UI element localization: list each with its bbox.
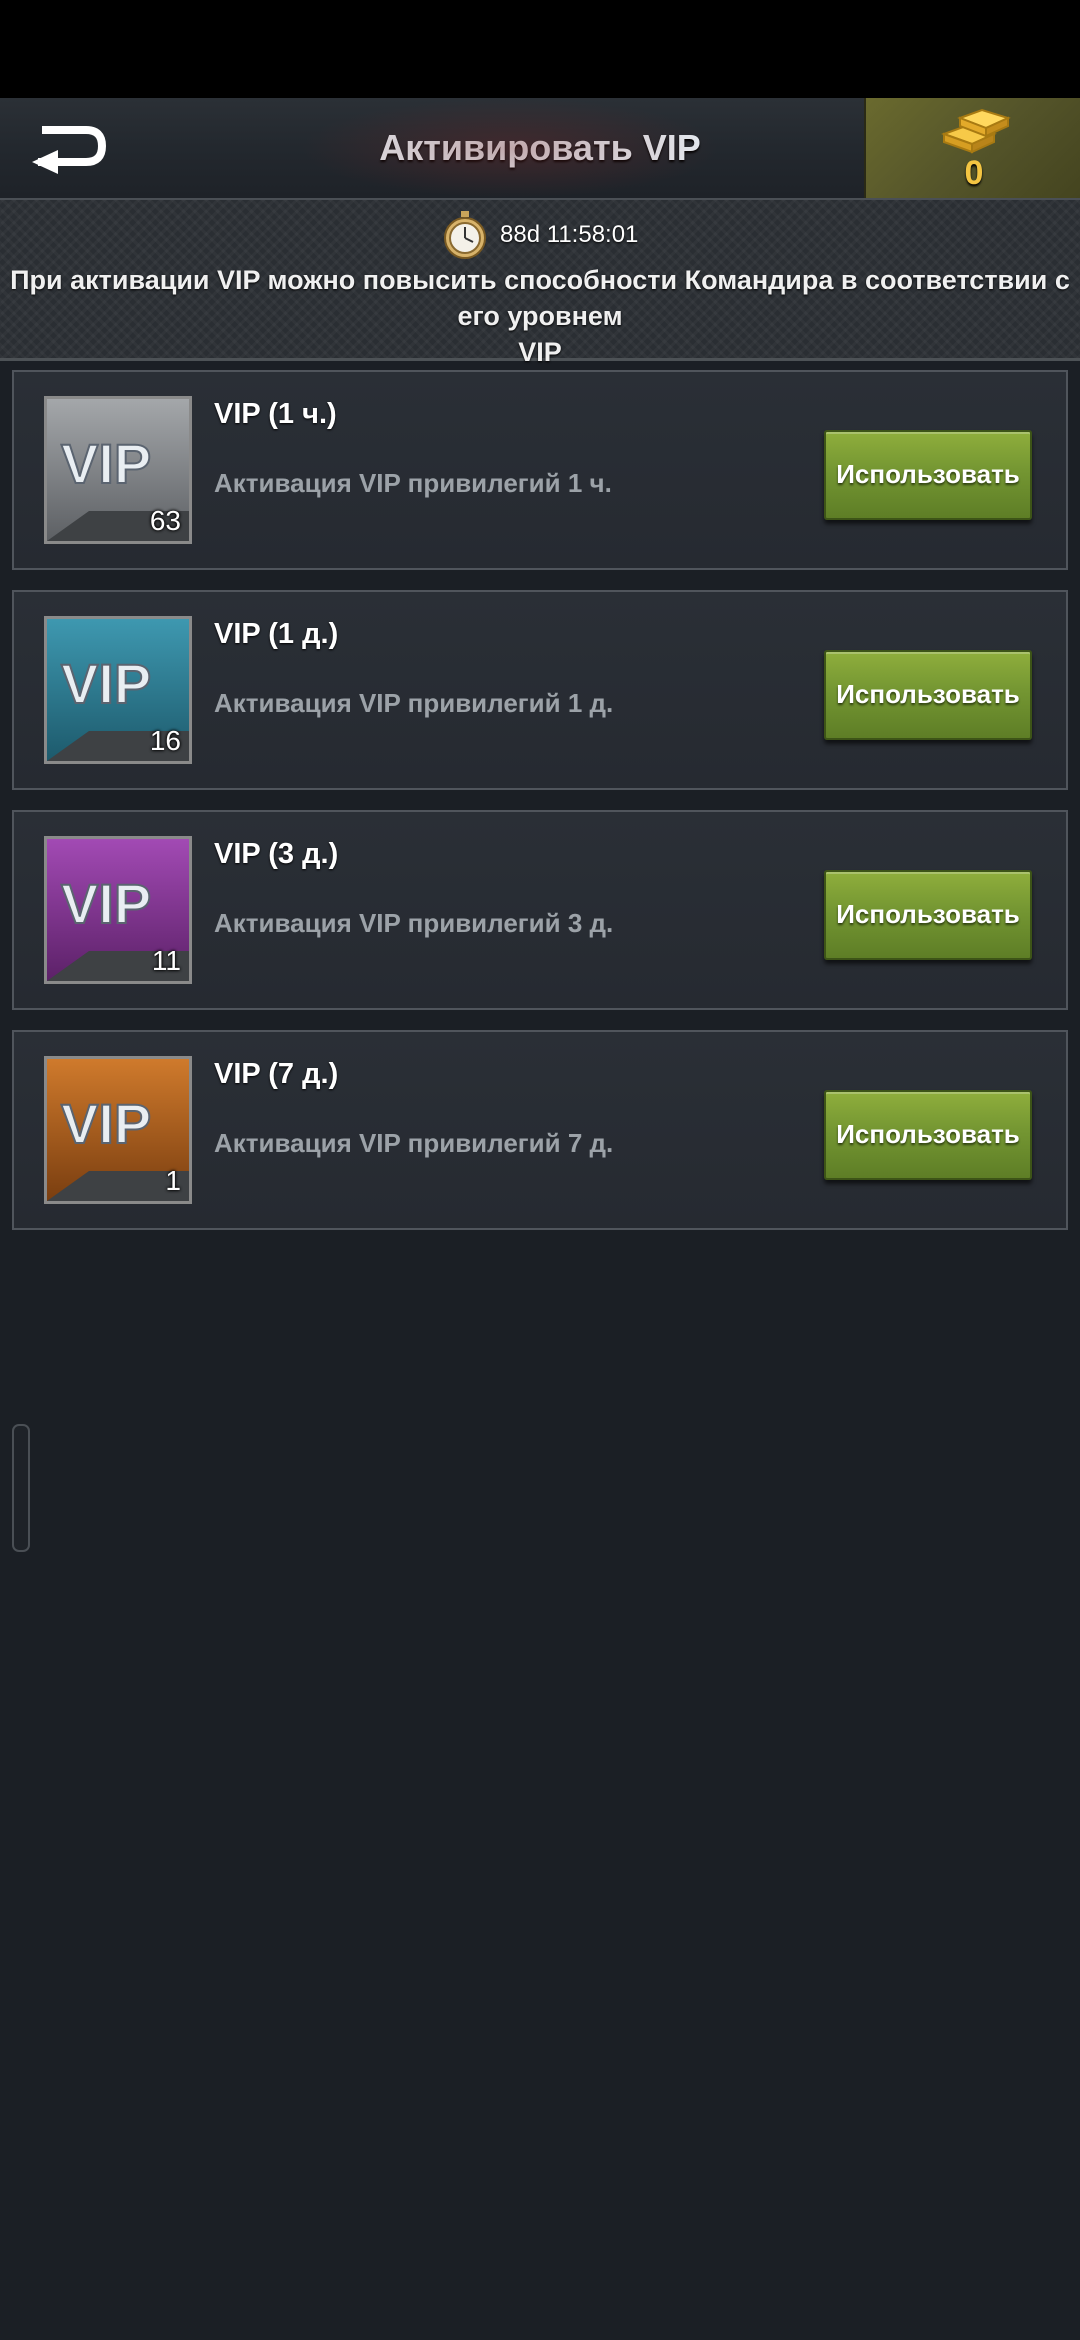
svg-text:VIP: VIP: [61, 1092, 151, 1155]
vip-item-icon: VIP 16: [44, 616, 192, 764]
item-description: Активация VIP привилегий 1 ч.: [214, 468, 612, 498]
use-button[interactable]: Использовать: [824, 1090, 1032, 1180]
vip-item: VIP 1 VIP (7 д.) Активация VIP привилеги…: [12, 1030, 1068, 1230]
item-title: VIP (1 ч.): [214, 398, 337, 430]
use-button[interactable]: Использовать: [824, 430, 1032, 520]
vip-item: VIP 16 VIP (1 д.) Активация VIP привилег…: [12, 590, 1068, 790]
vip-item-icon: VIP 63: [44, 396, 192, 544]
vip-item: VIP 11 VIP (3 д.) Активация VIP привилег…: [12, 810, 1068, 1010]
info-banner: 88d 11:58:01 При активации VIP можно пов…: [0, 200, 1080, 367]
header: Активировать VIP 0: [0, 98, 1080, 200]
vip-item-list: VIP 63 VIP (1 ч.) Активация VIP привилег…: [12, 370, 1068, 1250]
item-count: 1: [165, 1165, 181, 1196]
svg-text:VIP: VIP: [61, 432, 151, 495]
item-title: VIP (1 д.): [214, 618, 339, 650]
item-description: Активация VIP привилегий 1 д.: [214, 688, 614, 718]
item-description: Активация VIP привилегий 3 д.: [214, 908, 614, 938]
timer-text: 88d 11:58:01: [500, 221, 639, 248]
gold-bars-icon: [941, 108, 1011, 154]
use-button[interactable]: Использовать: [824, 870, 1032, 960]
status-bar: [0, 0, 1080, 98]
banner-text-line1: При активации VIP можно повысить способн…: [10, 265, 1070, 331]
vip-item-icon: VIP 11: [44, 836, 192, 984]
use-button[interactable]: Использовать: [824, 650, 1032, 740]
item-title: VIP (3 д.): [214, 838, 339, 870]
scroll-handle[interactable]: [12, 1424, 30, 1552]
item-description: Активация VIP привилегий 7 д.: [214, 1128, 614, 1158]
item-count: 11: [151, 945, 181, 976]
gold-panel[interactable]: 0: [864, 98, 1080, 198]
banner-text-line2: VIP: [518, 337, 562, 367]
stopwatch-icon: [443, 211, 486, 259]
gold-count: 0: [964, 154, 984, 192]
banner-text: При активации VIP можно повысить способн…: [0, 262, 1080, 370]
item-title: VIP (7 д.): [214, 1058, 339, 1090]
svg-text:VIP: VIP: [61, 872, 151, 935]
timer-row: 88d 11:58:01: [0, 210, 1080, 260]
vip-item-icon: VIP 1: [44, 1056, 192, 1204]
item-count: 63: [149, 505, 181, 536]
svg-text:VIP: VIP: [61, 652, 151, 715]
vip-item: VIP 63 VIP (1 ч.) Активация VIP привилег…: [12, 370, 1068, 570]
item-count: 16: [149, 725, 181, 756]
